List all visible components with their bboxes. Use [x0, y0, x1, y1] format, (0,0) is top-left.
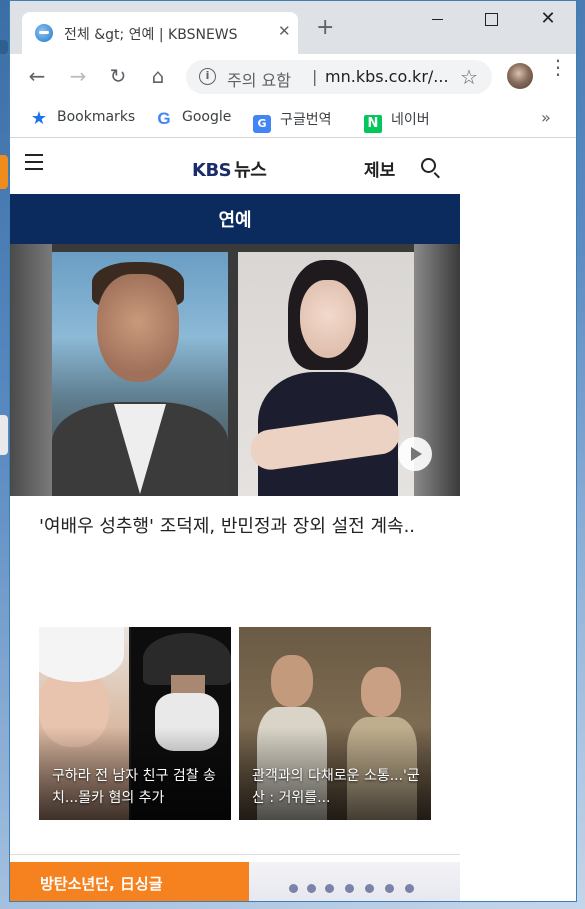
article-caption: 관객과의 다채로운 소통...'군산 : 거위를... [252, 768, 420, 806]
security-warning-label: 주의 요함 [227, 71, 291, 90]
article-card[interactable]: 구하라 전 남자 친구 검찰 송치...몰카 혐의 추가 [39, 627, 231, 820]
featured-tag-bar[interactable]: 방탄소년단, 日싱글 [10, 862, 249, 901]
section-title: 연예 [218, 210, 252, 231]
section-divider [10, 854, 460, 855]
bookmark-star-icon[interactable]: ☆ [460, 65, 478, 89]
desktop-icon-fragment [0, 415, 8, 455]
video-play-icon[interactable] [398, 437, 432, 471]
report-link[interactable]: 제보 [364, 156, 395, 181]
kbs-news-logo[interactable]: KBS 뉴스 [192, 156, 267, 182]
web-page: KBS 뉴스 제보 연예 '여배우 성추행' 조덕제, 반민정과 장외 설전 계속… [10, 139, 576, 901]
title-bar: 전체 &gt; 연예 | KBSNEWS ✕ + ✕ [10, 1, 576, 54]
article-caption: 구하라 전 남자 친구 검찰 송치...몰카 혐의 추가 [52, 768, 216, 806]
logo-kbs-text: KBS [192, 160, 232, 181]
home-button[interactable]: ⌂ [146, 64, 170, 88]
desktop-icon-fragment [0, 155, 8, 189]
minimize-button[interactable] [423, 8, 453, 30]
hero-headline-link[interactable]: '여배우 성추행' 조덕제, 반민정과 장외 설전 계속.. [39, 512, 419, 541]
tab-close-icon[interactable]: ✕ [278, 22, 291, 40]
featured-tag-thumbnail[interactable] [249, 862, 460, 901]
hero-image[interactable] [10, 244, 460, 496]
browser-window: 전체 &gt; 연예 | KBSNEWS ✕ + ✕ ← → ↻ ⌂ i 주의 … [9, 0, 577, 902]
featured-tag-label: 방탄소년단, 日싱글 [40, 875, 163, 893]
close-window-button[interactable]: ✕ [533, 8, 563, 30]
menu-kebab-icon[interactable]: ⋮ [548, 57, 568, 77]
hamburger-menu-icon[interactable] [25, 154, 43, 170]
bookmarks-bar: ★ Bookmarks G Google G 구글번역 N 네이버 » [10, 100, 576, 138]
address-bar[interactable]: i 주의 요함 | mn.kbs.co.kr/... ☆ [186, 60, 492, 94]
section-header-bar: 연예 [10, 194, 460, 244]
hero-photo-right [238, 252, 414, 496]
site-info-icon[interactable]: i [199, 68, 216, 85]
bookmark-label: Google [182, 109, 232, 125]
hero-image-edge [10, 244, 52, 496]
bookmarks-overflow-button[interactable]: » [541, 108, 551, 127]
browser-toolbar: ← → ↻ ⌂ i 주의 요함 | mn.kbs.co.kr/... ☆ ⋮ [10, 54, 576, 100]
active-tab[interactable]: 전체 &gt; 연예 | KBSNEWS ✕ [22, 12, 298, 54]
tab-title: 전체 &gt; 연예 | KBSNEWS [64, 27, 238, 43]
profile-avatar[interactable] [507, 63, 533, 89]
bookmark-item-google[interactable]: G Google [155, 109, 231, 128]
maximize-button[interactable] [476, 8, 506, 30]
bookmark-label: Bookmarks [57, 109, 136, 125]
url-text[interactable]: mn.kbs.co.kr/... [325, 67, 453, 86]
search-icon[interactable] [421, 158, 436, 173]
site-header: KBS 뉴스 제보 [10, 139, 460, 194]
new-tab-button[interactable]: + [316, 17, 334, 39]
back-button[interactable]: ← [25, 64, 49, 88]
bookmark-label: 구글번역 [280, 112, 332, 128]
article-card[interactable]: 관객과의 다채로운 소통...'군산 : 거위를... [239, 627, 431, 820]
hero-photo-left [52, 252, 228, 496]
reload-button[interactable]: ↻ [106, 64, 130, 88]
bookmark-item-translate[interactable]: G 구글번역 [253, 109, 332, 133]
forward-button[interactable]: → [66, 64, 90, 88]
kbs-favicon-icon [35, 24, 53, 42]
bookmark-label: 네이버 [391, 112, 430, 128]
google-icon: G [157, 109, 171, 128]
star-icon: ★ [30, 108, 48, 129]
naver-icon: N [364, 115, 382, 133]
desktop-icon-fragment [0, 40, 8, 54]
bookmark-item-bookmarks[interactable]: ★ Bookmarks [30, 109, 135, 128]
address-separator: | [312, 67, 318, 86]
bookmark-item-naver[interactable]: N 네이버 [364, 109, 430, 133]
translate-icon: G [253, 115, 271, 133]
logo-news-text: 뉴스 [234, 160, 267, 181]
